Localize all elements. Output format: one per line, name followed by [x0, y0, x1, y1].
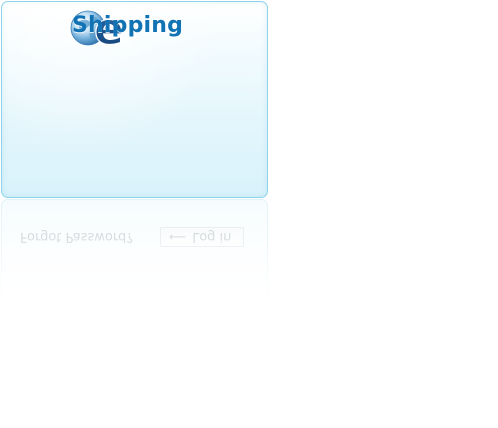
- login-panel: e Shipping: [1, 1, 268, 198]
- brand-name: Shipping: [72, 13, 184, 38]
- reflection-content: Forgot Password? ⟵ Log in: [1, 199, 266, 304]
- arrow-icon: ⟵: [169, 230, 187, 244]
- forgot-password-link-reflection: Forgot Password?: [20, 229, 134, 244]
- panel-reflection: Forgot Password? ⟵ Log in: [1, 199, 268, 304]
- page: e Shipping Forgot Password? ⟵ Log in: [0, 0, 498, 428]
- login-button-label-reflection: Log in: [192, 229, 232, 245]
- login-button-reflection: ⟵ Log in: [160, 227, 244, 247]
